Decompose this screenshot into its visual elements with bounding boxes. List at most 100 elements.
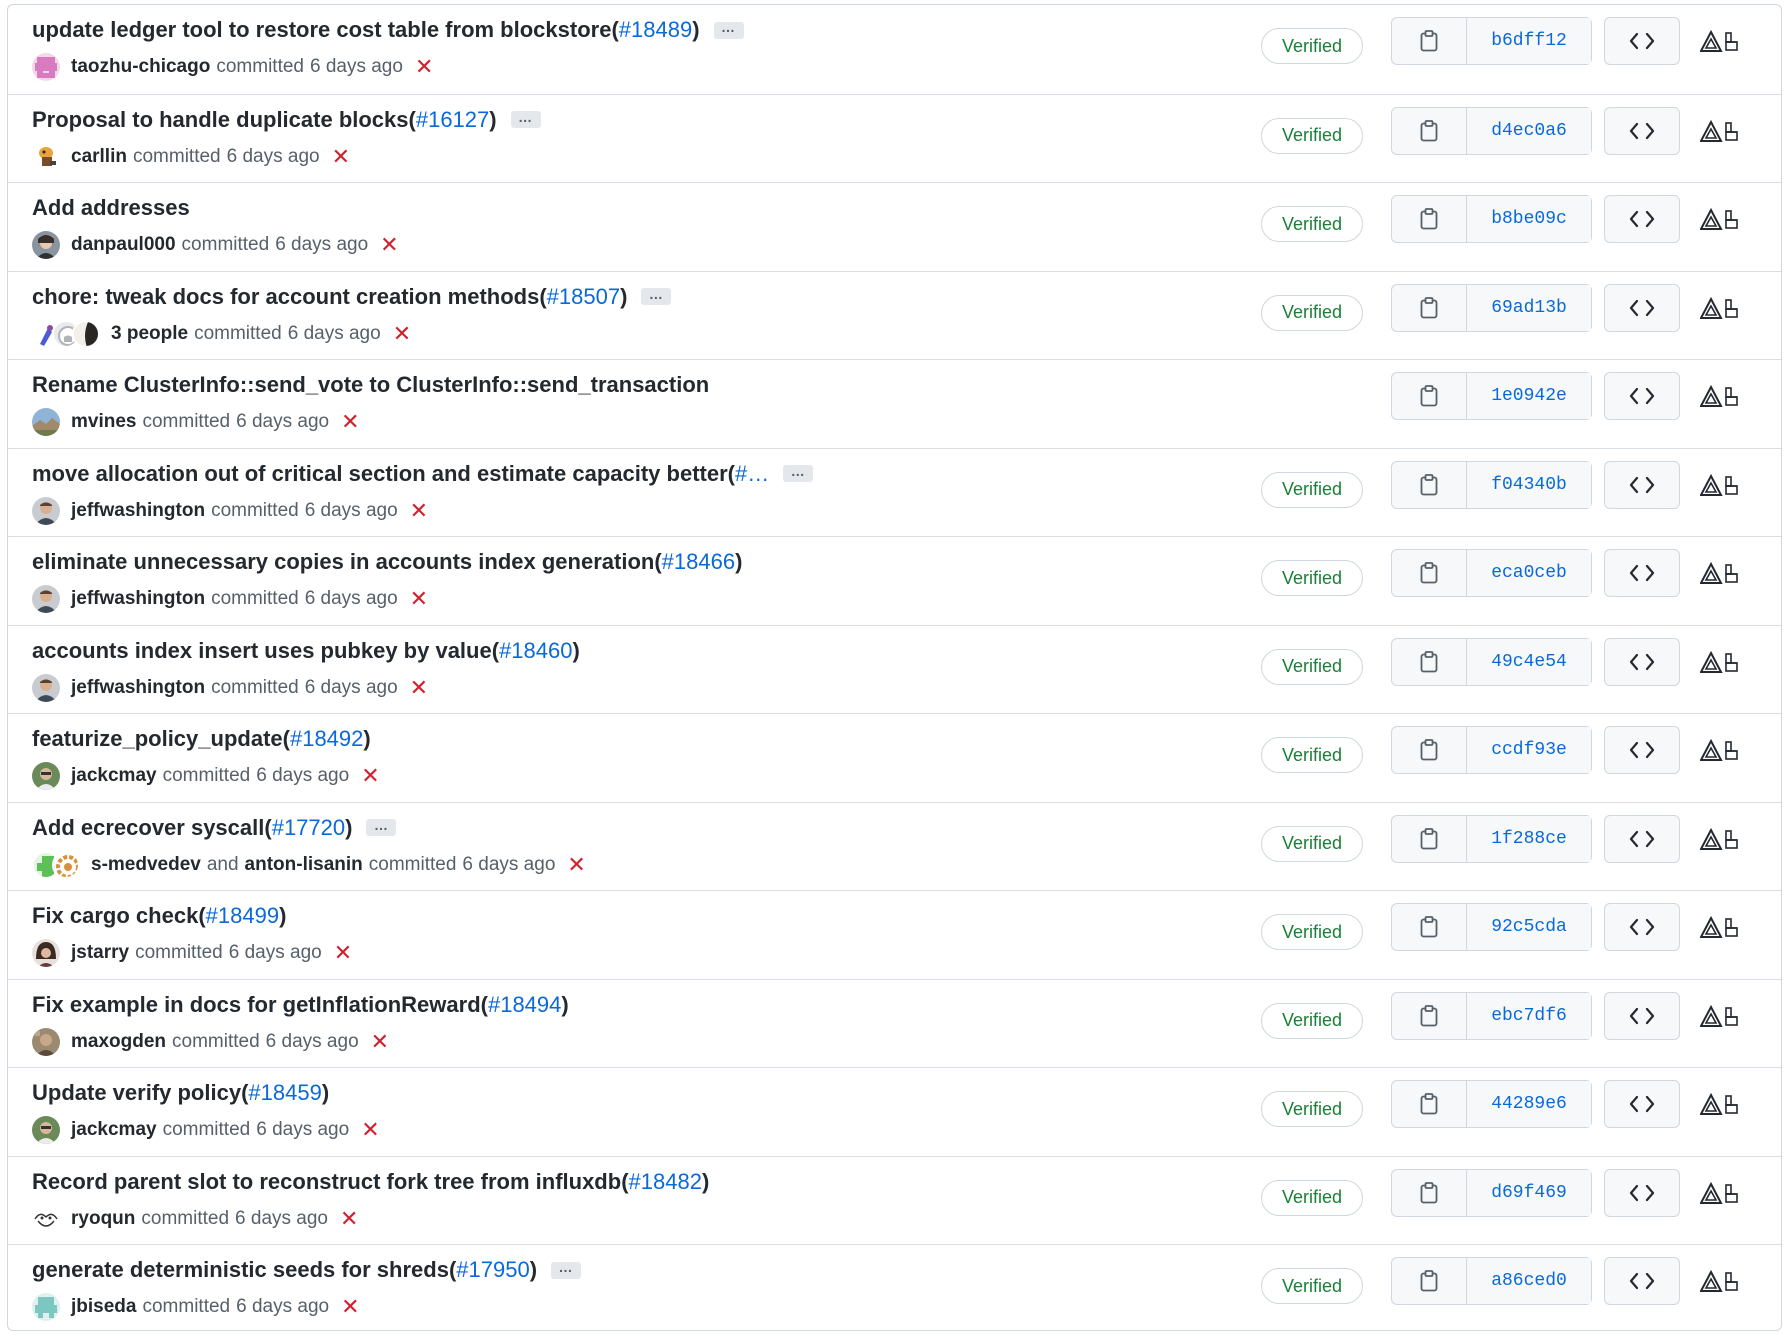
deploy-status-icon[interactable] (1700, 559, 1740, 589)
author-avatar[interactable] (32, 1293, 60, 1321)
copy-sha-button[interactable] (1392, 373, 1467, 419)
copy-sha-button[interactable] (1392, 550, 1467, 596)
commit-sha-link[interactable]: d69f469 (1467, 1169, 1591, 1216)
copy-sha-button[interactable] (1392, 18, 1467, 64)
commit-sha-link[interactable]: d4ec0a6 (1467, 107, 1591, 154)
commit-title-link[interactable]: chore: tweak docs for account creation m… (32, 284, 539, 310)
copy-sha-button[interactable] (1392, 107, 1467, 154)
deploy-status-icon[interactable] (1700, 1179, 1740, 1209)
relative-time[interactable]: 6 days ago (305, 677, 398, 699)
relative-time[interactable]: 6 days ago (227, 146, 320, 168)
verified-badge[interactable]: Verified (1261, 648, 1363, 685)
deploy-status-icon[interactable] (1700, 648, 1740, 678)
copy-sha-button[interactable] (1392, 727, 1467, 773)
verified-badge[interactable]: Verified (1261, 914, 1363, 950)
author-link[interactable]: jackcmay (71, 765, 157, 787)
deploy-status-icon[interactable] (1700, 27, 1740, 57)
pr-link[interactable]: #18507 (547, 284, 620, 309)
relative-time[interactable]: 6 days ago (256, 765, 349, 787)
author-avatar[interactable] (32, 53, 60, 81)
author-link[interactable]: jackcmay (71, 1119, 157, 1141)
expand-message-button[interactable]: … (366, 818, 397, 836)
browse-repo-button[interactable] (1604, 637, 1680, 686)
commit-sha-link[interactable]: eca0ceb (1467, 550, 1591, 596)
verified-badge[interactable]: Verified (1261, 206, 1363, 242)
pr-link[interactable]: #… (735, 461, 769, 486)
x-icon[interactable]: ✕ (410, 499, 428, 522)
author-link[interactable]: jbiseda (71, 1296, 136, 1318)
pr-link[interactable]: #18492 (290, 726, 363, 751)
author-avatar[interactable] (32, 408, 60, 436)
commit-title-link[interactable]: Add addresses (32, 195, 190, 221)
author-link[interactable]: jeffwashington (71, 500, 205, 522)
copy-sha-button[interactable] (1392, 638, 1467, 685)
commit-sha-link[interactable]: ebc7df6 (1467, 992, 1591, 1039)
commit-title-link[interactable]: generate deterministic seeds for shreds (32, 1257, 449, 1283)
pr-link[interactable]: #18482 (629, 1169, 702, 1194)
x-icon[interactable]: ✕ (341, 411, 359, 433)
commit-title-link[interactable]: Add ecrecover syscall (32, 815, 264, 841)
browse-repo-button[interactable] (1604, 1257, 1680, 1305)
relative-time[interactable]: 6 days ago (275, 234, 368, 256)
author-link[interactable]: jeffwashington (71, 677, 205, 699)
avatar[interactable] (52, 850, 80, 879)
commit-title-link[interactable]: update ledger tool to restore cost table… (32, 17, 611, 43)
browse-repo-button[interactable] (1604, 814, 1680, 863)
commit-title-link[interactable]: Fix example in docs for getInflationRewa… (32, 992, 481, 1018)
x-icon[interactable]: ✕ (361, 1119, 379, 1141)
browse-repo-button[interactable] (1604, 1168, 1680, 1217)
author-avatar[interactable] (32, 231, 60, 259)
browse-repo-button[interactable] (1604, 460, 1680, 509)
commit-sha-link[interactable]: 1f288ce (1467, 815, 1591, 862)
browse-repo-button[interactable] (1604, 726, 1680, 774)
x-icon[interactable]: ✕ (415, 56, 433, 78)
commit-sha-link[interactable]: 49c4e54 (1467, 638, 1591, 685)
author-link[interactable]: maxogden (71, 1031, 166, 1053)
expand-message-button[interactable]: … (641, 287, 672, 305)
verified-badge[interactable]: Verified (1261, 28, 1363, 64)
avatar[interactable] (72, 319, 100, 348)
expand-message-button[interactable]: … (510, 110, 541, 128)
pr-link[interactable]: #16127 (416, 107, 489, 132)
copy-sha-button[interactable] (1392, 992, 1467, 1039)
browse-repo-button[interactable] (1604, 549, 1680, 597)
author-link[interactable]: mvines (71, 411, 136, 433)
relative-time[interactable]: 6 days ago (305, 500, 398, 522)
copy-sha-button[interactable] (1392, 904, 1467, 950)
deploy-status-icon[interactable] (1700, 1267, 1740, 1297)
author-avatar[interactable] (32, 1204, 60, 1233)
copy-sha-button[interactable] (1392, 461, 1467, 508)
commit-sha-link[interactable]: 69ad13b (1467, 284, 1591, 331)
author-avatar[interactable] (32, 762, 60, 790)
author-link[interactable]: carllin (71, 146, 127, 168)
commit-title-link[interactable]: Rename ClusterInfo::send_vote to Cluster… (32, 372, 709, 398)
author-link[interactable]: anton-lisanin (245, 854, 363, 876)
author-avatar[interactable] (32, 939, 60, 967)
verified-badge[interactable]: Verified (1261, 737, 1363, 773)
browse-repo-button[interactable] (1604, 1080, 1680, 1128)
deploy-status-icon[interactable] (1700, 117, 1740, 147)
x-icon[interactable]: ✕ (361, 765, 379, 787)
commit-sha-link[interactable]: b8be09c (1467, 196, 1591, 242)
browse-repo-button[interactable] (1604, 991, 1680, 1040)
commit-title-link[interactable]: Update verify policy (32, 1080, 241, 1106)
verified-badge[interactable]: Verified (1261, 1268, 1363, 1304)
commit-sha-link[interactable]: f04340b (1467, 461, 1591, 508)
x-icon[interactable]: ✕ (334, 942, 352, 964)
x-icon[interactable]: ✕ (371, 1030, 389, 1053)
copy-sha-button[interactable] (1392, 284, 1467, 331)
expand-message-button[interactable]: … (551, 1260, 582, 1279)
verified-badge[interactable]: Verified (1261, 294, 1363, 331)
pr-link[interactable]: #17720 (272, 815, 345, 840)
commit-title-link[interactable]: eliminate unnecessary copies in accounts… (32, 549, 654, 575)
x-icon[interactable]: ✕ (341, 1296, 359, 1318)
relative-time[interactable]: 6 days ago (462, 854, 555, 876)
author-link[interactable]: jeffwashington (71, 588, 205, 610)
x-icon[interactable]: ✕ (380, 234, 398, 256)
relative-time[interactable]: 6 days ago (256, 1119, 349, 1141)
browse-repo-button[interactable] (1604, 372, 1680, 420)
relative-time[interactable]: 6 days ago (266, 1031, 359, 1053)
relative-time[interactable]: 6 days ago (236, 411, 329, 433)
copy-sha-button[interactable] (1392, 1081, 1467, 1127)
deploy-status-icon[interactable] (1700, 471, 1740, 501)
